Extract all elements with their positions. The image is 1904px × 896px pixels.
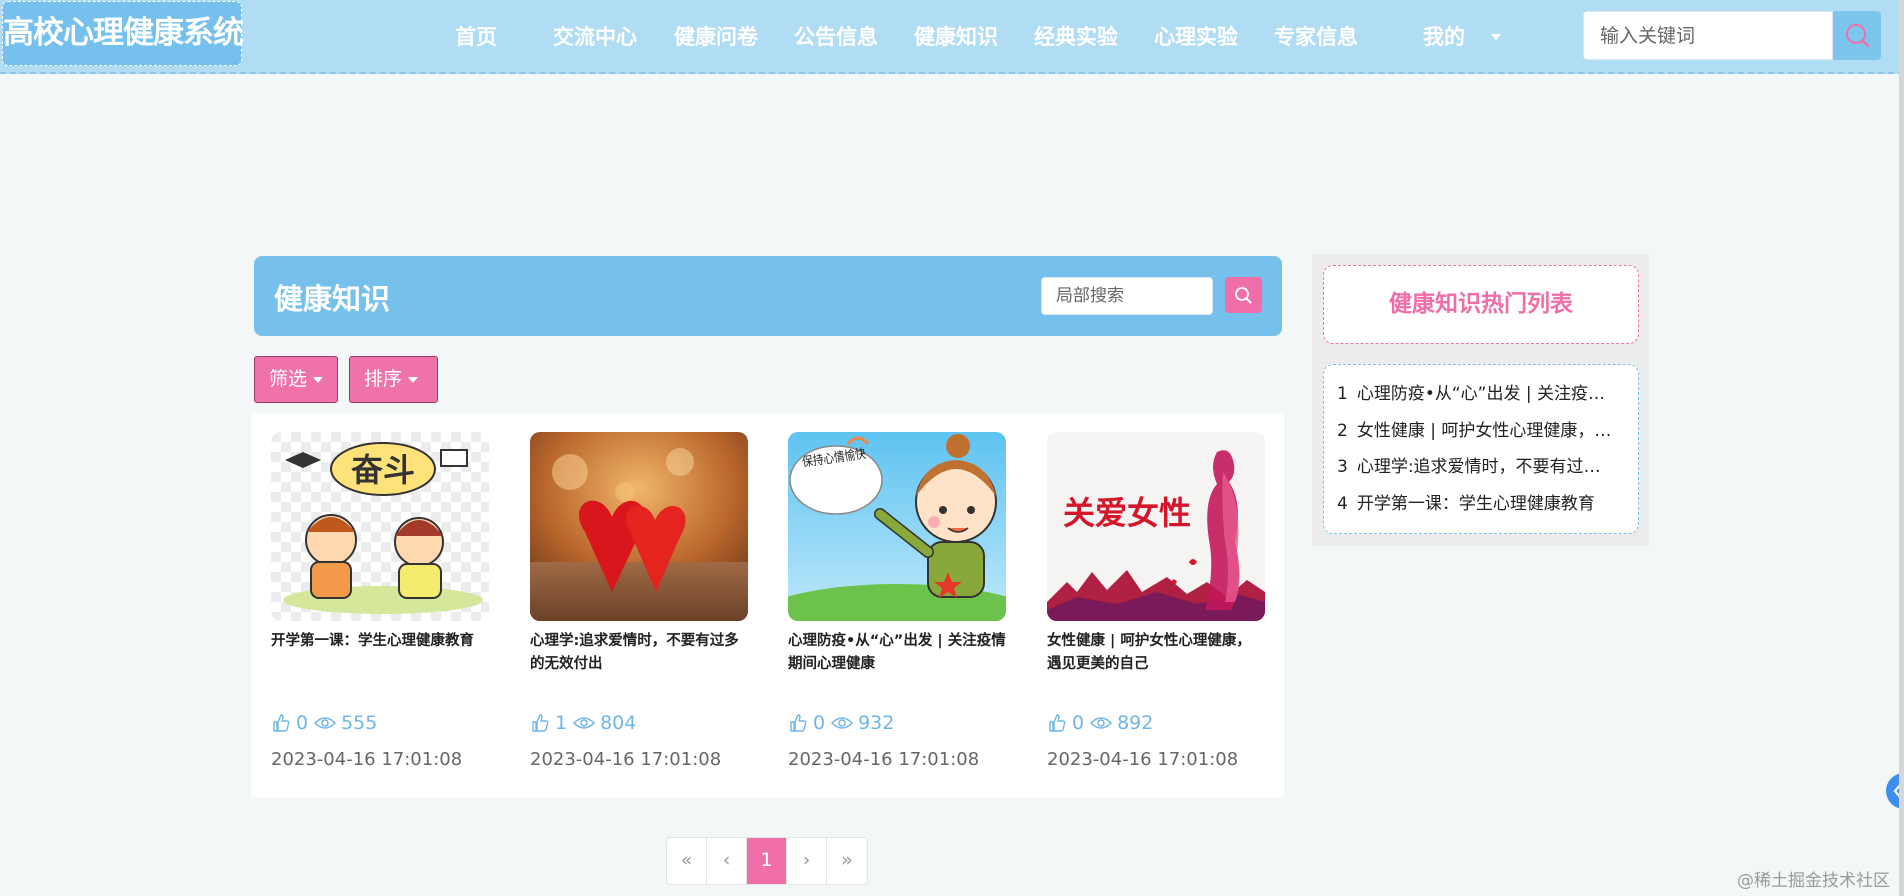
- knowledge-card[interactable]: 关爱女性 女性健康 | 呵护女性心理健康，遇见更美的自己 0 892 2023-…: [1047, 432, 1265, 782]
- card-title[interactable]: 心理学:追求爱情时，不要有过多的无效付出: [530, 630, 748, 676]
- hot-list-item[interactable]: 4 开学第一课：学生心理健康教育: [1324, 486, 1614, 523]
- filter-label: 筛选: [269, 368, 308, 390]
- eye-icon: [1090, 717, 1113, 729]
- card-image-red-hearts[interactable]: [530, 432, 748, 621]
- nav-item-home[interactable]: 首页: [455, 22, 497, 52]
- sort-dropdown-button[interactable]: 排序: [349, 356, 438, 403]
- knowledge-card[interactable]: 保持心情愉快 心理防疫•从“心”出发 | 关注疫情期间心理健康 0 932 20…: [788, 432, 1006, 782]
- page-scrollbar[interactable]: [1899, 0, 1904, 896]
- like-count: 1: [555, 712, 568, 734]
- local-search-input[interactable]: [1041, 277, 1213, 315]
- knowledge-card-grid: 奋斗 开学第一课：学生心理健康教育 0 555 2023-04-16 17:01…: [251, 413, 1284, 797]
- app-logo-title[interactable]: 高校心理健康系统: [2, 1, 244, 66]
- thumbs-up-icon[interactable]: [271, 713, 291, 733]
- hot-item-title: 开学第一课：学生心理健康教育: [1356, 493, 1595, 514]
- hot-list-panel: 健康知识热门列表 1 心理防疫•从“心”出发 | 关注疫情期间心理健康 2 女性健康…: [1312, 254, 1649, 546]
- pagination-next[interactable]: ›: [787, 838, 827, 884]
- caret-down-icon: [313, 376, 324, 383]
- knowledge-card[interactable]: 心理学:追求爱情时，不要有过多的无效付出 1 804 2023-04-16 17…: [530, 432, 748, 782]
- card-date: 2023-04-16 17:01:08: [1047, 749, 1239, 770]
- care-women-text: 关爱女性: [1063, 494, 1191, 532]
- pagination-prev[interactable]: ‹: [707, 838, 747, 884]
- caret-down-icon: [408, 376, 419, 383]
- nav-item-psych-experiments[interactable]: 心理实验: [1154, 22, 1238, 52]
- nav-item-forum[interactable]: 交流中心: [553, 22, 637, 52]
- thumbs-up-icon[interactable]: [1047, 713, 1067, 733]
- hot-list-item[interactable]: 2 女性健康 | 呵护女性心理健康，遇见更美的自己: [1324, 413, 1614, 450]
- eye-icon: [314, 717, 337, 729]
- hot-item-rank: 3: [1337, 457, 1348, 477]
- like-count: 0: [1072, 712, 1085, 734]
- fendou-text: 奋斗: [351, 451, 415, 489]
- thumbs-up-icon[interactable]: [788, 713, 808, 733]
- nav-item-notices[interactable]: 公告信息: [794, 22, 878, 52]
- card-stats: 0 555: [271, 710, 383, 736]
- card-image-cartoon-girl[interactable]: 保持心情愉快: [788, 432, 1006, 621]
- hot-item-rank: 4: [1337, 493, 1348, 514]
- nav-item-health-knowledge[interactable]: 健康知识: [914, 22, 998, 52]
- card-title[interactable]: 开学第一课：学生心理健康教育: [271, 630, 489, 653]
- hot-list: 1 心理防疫•从“心”出发 | 关注疫情期间心理健康 2 女性健康 | 呵护女性心理…: [1323, 364, 1639, 534]
- card-stats: 0 932: [788, 710, 900, 736]
- global-search-input[interactable]: [1583, 11, 1833, 60]
- chevron-down-icon[interactable]: [1491, 34, 1501, 40]
- card-image-cartoon-students[interactable]: 奋斗: [271, 432, 489, 621]
- hot-item-rank: 1: [1337, 384, 1348, 404]
- card-title[interactable]: 心理防疫•从“心”出发 | 关注疫情期间心理健康: [788, 630, 1006, 676]
- nav-item-questionnaire[interactable]: 健康问卷: [674, 22, 758, 52]
- card-image-care-women[interactable]: 关爱女性: [1047, 432, 1265, 621]
- thumbs-up-icon[interactable]: [530, 713, 550, 733]
- hot-item-rank: 2: [1337, 420, 1348, 441]
- search-icon: [1235, 287, 1252, 304]
- view-count: 932: [858, 712, 895, 734]
- hot-item-title: 心理学:追求爱情时，不要有过多的无效付出: [1356, 457, 1614, 477]
- knowledge-card[interactable]: 奋斗 开学第一课：学生心理健康教育 0 555 2023-04-16 17:01…: [271, 432, 489, 782]
- search-icon: [1846, 24, 1870, 48]
- section-header: 健康知识: [254, 256, 1282, 336]
- card-date: 2023-04-16 17:01:08: [530, 749, 722, 770]
- view-count: 892: [1117, 712, 1154, 734]
- page-title: 健康知识: [274, 282, 391, 316]
- nav-item-mine[interactable]: 我的: [1423, 22, 1465, 52]
- like-count: 0: [296, 712, 309, 734]
- card-stats: 0 892: [1047, 710, 1159, 736]
- card-date: 2023-04-16 17:01:08: [271, 749, 463, 770]
- hot-item-title: 女性健康 | 呵护女性心理健康，遇见更美的自己: [1356, 420, 1614, 441]
- pagination-page-current[interactable]: 1: [747, 838, 787, 884]
- global-search-button[interactable]: [1833, 11, 1881, 60]
- view-count: 804: [600, 712, 637, 734]
- eye-icon: [831, 717, 854, 729]
- local-search-button[interactable]: [1225, 277, 1262, 313]
- hot-item-title: 心理防疫•从“心”出发 | 关注疫情期间心理健康: [1356, 384, 1614, 404]
- hot-list-item[interactable]: 1 心理防疫•从“心”出发 | 关注疫情期间心理健康: [1324, 376, 1614, 413]
- watermark: @稀土掘金技术社区: [1737, 871, 1890, 891]
- eye-icon: [573, 717, 596, 729]
- hot-list-title: 健康知识热门列表: [1323, 265, 1639, 344]
- nav-item-classic-experiments[interactable]: 经典实验: [1034, 22, 1118, 52]
- card-title[interactable]: 女性健康 | 呵护女性心理健康，遇见更美的自己: [1047, 630, 1265, 676]
- view-count: 555: [341, 712, 378, 734]
- pagination-first[interactable]: «: [667, 838, 707, 884]
- card-stats: 1 804: [530, 710, 642, 736]
- pagination: « ‹ 1 › »: [666, 837, 868, 885]
- sort-label: 排序: [364, 368, 403, 390]
- filter-dropdown-button[interactable]: 筛选: [254, 356, 338, 403]
- top-navbar: 高校心理健康系统 首页 交流中心 健康问卷 公告信息 健康知识 经典实验 心理实…: [0, 0, 1904, 74]
- card-date: 2023-04-16 17:01:08: [788, 749, 980, 770]
- like-count: 0: [813, 712, 826, 734]
- nav-item-experts[interactable]: 专家信息: [1274, 22, 1358, 52]
- pagination-last[interactable]: »: [827, 838, 867, 884]
- hot-list-item[interactable]: 3 心理学:追求爱情时，不要有过多的无效付出: [1324, 449, 1614, 486]
